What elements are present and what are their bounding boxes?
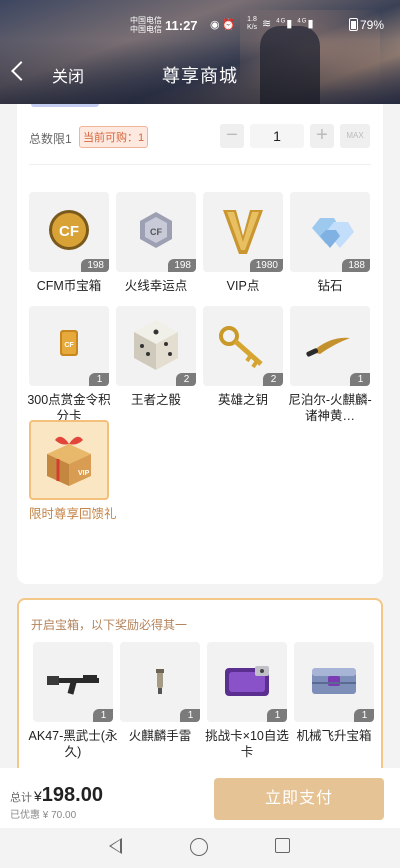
currency-symbol: ¥: [34, 788, 42, 804]
signal-2-label: 4G: [297, 18, 308, 25]
signal-bars-icon: ▮: [286, 18, 294, 30]
card-top-accent: [31, 104, 99, 107]
item-name: VIP点: [226, 279, 260, 293]
total-label: 总计: [10, 792, 32, 804]
item-thumb: CF 198: [29, 192, 109, 272]
system-home-icon[interactable]: [190, 838, 208, 856]
status-bar: 中国电信 中国电信 11:27 ◉⏰ 1.8 K/s ≋ 4G▮ 4G▮ 79%: [0, 14, 400, 40]
battery-icon: [349, 18, 358, 31]
svg-text:CF: CF: [59, 223, 79, 240]
item-thumb: 1980: [203, 192, 283, 272]
discount-text: 已优惠 ¥ 70.00: [10, 810, 77, 821]
item-name: CFM币宝箱: [36, 279, 102, 293]
quantity-row: 总数限1 当前可购：1 − 1 + MAX: [17, 120, 383, 156]
item-name: 王者之骰: [130, 393, 181, 407]
svg-text:CF: CF: [150, 227, 162, 237]
svg-text:CF: CF: [64, 342, 74, 349]
pay-now-button[interactable]: 立即支付: [214, 778, 384, 820]
reward-thumb: 1: [207, 642, 287, 722]
item-thumb: 188: [290, 192, 370, 272]
reward-name: 挑战卡×10自选卡: [205, 729, 289, 759]
signal-icons: ≋ 4G▮ 4G▮: [262, 17, 315, 30]
item-name: 火线幸运点: [124, 279, 188, 293]
checkout-bar: 总计 ¥198.00 已优惠 ¥ 70.00 立即支付: [0, 768, 400, 828]
header-banner: 中国电信 中国电信 11:27 ◉⏰ 1.8 K/s ≋ 4G▮ 4G▮ 79%…: [0, 0, 400, 104]
reward-name: AK47-黑武士(永久): [28, 729, 118, 759]
net-speed-value: 1.8: [247, 16, 257, 23]
plus-button[interactable]: +: [310, 124, 334, 148]
reward-name: 火麒麟手雷: [128, 729, 192, 743]
item-count-badge: 2: [176, 373, 196, 386]
net-speed: 1.8 K/s: [244, 16, 260, 32]
item-name: 英雄之钥: [217, 393, 268, 407]
item-thumb: CF 198: [116, 192, 196, 272]
item-name: 尼泊尔-火麒麟-诸神黄…: [288, 393, 372, 423]
reward-name: 机械飞升宝箱: [296, 729, 372, 743]
item-count-badge: 1: [350, 373, 370, 386]
chest-rewards-card: 开启宝箱，以下奖励必得其一 1 AK47-黑武士(永久) 1 火麒麟手雷 1 挑…: [17, 598, 383, 768]
item-name: 限时尊享回馈礼: [29, 507, 117, 521]
carrier-labels: 中国电信 中国电信: [130, 16, 164, 34]
item-count-badge: 1980: [249, 259, 283, 272]
item-count-badge: 1: [180, 709, 200, 722]
net-speed-unit: K/s: [246, 24, 258, 31]
item-card: 总数限1 当前可购：1 − 1 + MAX CF 198 CFM币宝箱 CF 1…: [17, 104, 383, 584]
gift-box-icon: VIP: [47, 436, 91, 486]
system-back-icon[interactable]: [109, 838, 122, 854]
signal-1-label: 4G: [276, 18, 287, 25]
reward-thumb: 1: [294, 642, 374, 722]
item-thumb: 2: [116, 306, 196, 386]
minus-button[interactable]: −: [220, 124, 244, 148]
item-count-badge: 188: [342, 259, 370, 272]
alarm-icon: ⏰: [221, 19, 238, 31]
nav-bar: 关闭 尊享商城: [0, 58, 400, 92]
signal-bars-icon: ▮: [307, 18, 315, 30]
can-buy-badge: 当前可购：1: [79, 126, 149, 148]
clock: 11:27: [165, 18, 198, 33]
divider: [29, 164, 371, 165]
quantity-input[interactable]: 1: [250, 124, 304, 148]
total-limit-label: 总数限1: [29, 132, 72, 146]
item-count-badge: 1: [93, 709, 113, 722]
reward-thumb: 1: [33, 642, 113, 722]
item-name: 钻石: [317, 279, 343, 293]
svg-text:VIP: VIP: [78, 470, 90, 477]
item-count-badge: 198: [168, 259, 196, 272]
item-thumb: 2: [203, 306, 283, 386]
system-nav-bar: [0, 828, 400, 868]
battery-level: 79%: [360, 18, 385, 32]
reward-thumb: 1: [120, 642, 200, 722]
total-price: 总计 ¥198.00: [10, 784, 103, 807]
item-count-badge: 1: [267, 709, 287, 722]
wifi-icon: ≋: [262, 18, 273, 30]
item-thumb: 1: [290, 306, 370, 386]
eye-icon: ◉: [210, 19, 222, 31]
page-title: 尊享商城: [162, 66, 238, 86]
item-count-badge: 198: [81, 259, 109, 272]
system-recents-icon[interactable]: [275, 838, 290, 853]
item-thumb: CF 1: [29, 306, 109, 386]
max-button[interactable]: MAX: [340, 124, 370, 148]
carrier-2: 中国电信: [130, 25, 162, 34]
item-count-badge: 2: [263, 373, 283, 386]
item-count-badge: 1: [89, 373, 109, 386]
price-value: 198.00: [41, 784, 103, 806]
status-icons: ◉⏰: [210, 18, 237, 31]
carrier-1: 中国电信: [130, 16, 162, 25]
item-thumb: VIP: [29, 420, 109, 500]
item-count-badge: 1: [354, 709, 374, 722]
battery-status: 79%: [349, 18, 384, 32]
chest-heading: 开启宝箱，以下奖励必得其一: [31, 618, 188, 632]
